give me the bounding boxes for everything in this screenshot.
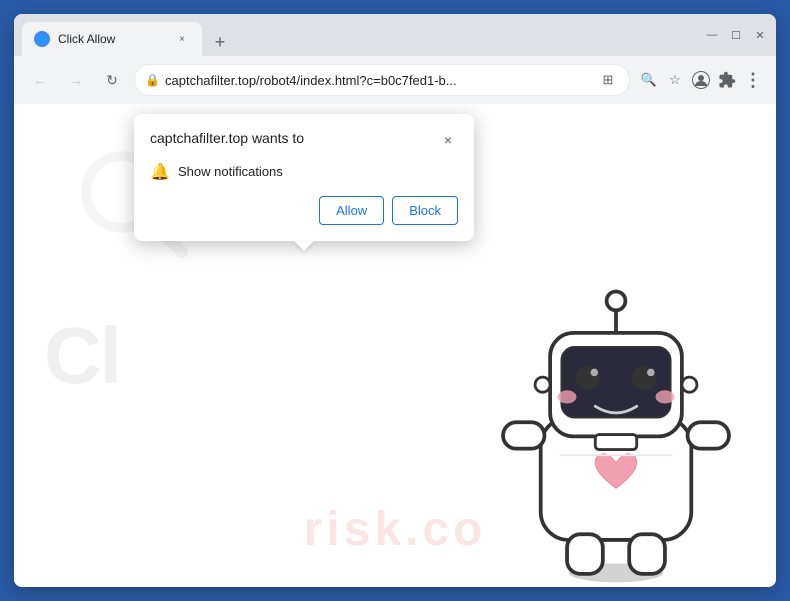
browser-window: 🌐 Click Allow × + — ☐ ✕ ← → ↻ 🔒 captchaf… (14, 14, 776, 587)
tab-title: Click Allow (58, 32, 166, 46)
allow-button[interactable]: Allow (319, 196, 384, 225)
watermark-text: risk.co (304, 502, 487, 557)
page-content: Cl risk.co (14, 104, 776, 587)
notification-popup: captchafilter.top wants to × 🔔 Show noti… (134, 114, 474, 241)
menu-icon[interactable]: ⋮ (742, 69, 764, 91)
new-tab-button[interactable]: + (206, 28, 234, 56)
nav-right-icons: 🔍 ☆ ⋮ (638, 69, 764, 91)
popup-permission-row: 🔔 Show notifications (150, 162, 458, 180)
robot-illustration (476, 267, 756, 587)
block-button[interactable]: Block (392, 196, 458, 225)
minimize-button[interactable]: — (704, 28, 720, 42)
maximize-button[interactable]: ☐ (728, 28, 744, 42)
tab-favicon: 🌐 (34, 31, 50, 47)
address-icons: ⊞ (597, 69, 619, 91)
search-icon[interactable]: 🔍 (638, 69, 660, 91)
translate-icon[interactable]: ⊞ (597, 69, 619, 91)
tab-strip: 🌐 Click Allow × + (22, 14, 698, 56)
window-close-button[interactable]: ✕ (752, 28, 768, 42)
tab-close-button[interactable]: × (174, 31, 190, 47)
lock-icon: 🔒 (145, 73, 159, 87)
bg-heading: Cl (44, 310, 120, 402)
popup-tail (294, 241, 314, 251)
active-tab[interactable]: 🌐 Click Allow × (22, 22, 202, 56)
reload-button[interactable]: ↻ (98, 66, 126, 94)
extension-icon[interactable] (716, 69, 738, 91)
popup-title: captchafilter.top wants to (150, 130, 304, 146)
nav-bar: ← → ↻ 🔒 captchafilter.top/robot4/index.h… (14, 56, 776, 104)
bell-icon: 🔔 (150, 162, 168, 180)
url-text: captchafilter.top/robot4/index.html?c=b0… (165, 73, 591, 88)
popup-buttons: Allow Block (150, 196, 458, 225)
bookmark-icon[interactable]: ☆ (664, 69, 686, 91)
back-button[interactable]: ← (26, 66, 54, 94)
title-bar: 🌐 Click Allow × + — ☐ ✕ (14, 14, 776, 56)
address-bar[interactable]: 🔒 captchafilter.top/robot4/index.html?c=… (134, 64, 630, 96)
popup-header: captchafilter.top wants to × (150, 130, 458, 150)
profile-icon[interactable] (690, 69, 712, 91)
permission-text: Show notifications (178, 164, 283, 179)
popup-close-button[interactable]: × (438, 130, 458, 150)
window-controls: — ☐ ✕ (704, 28, 768, 42)
forward-button[interactable]: → (62, 66, 90, 94)
